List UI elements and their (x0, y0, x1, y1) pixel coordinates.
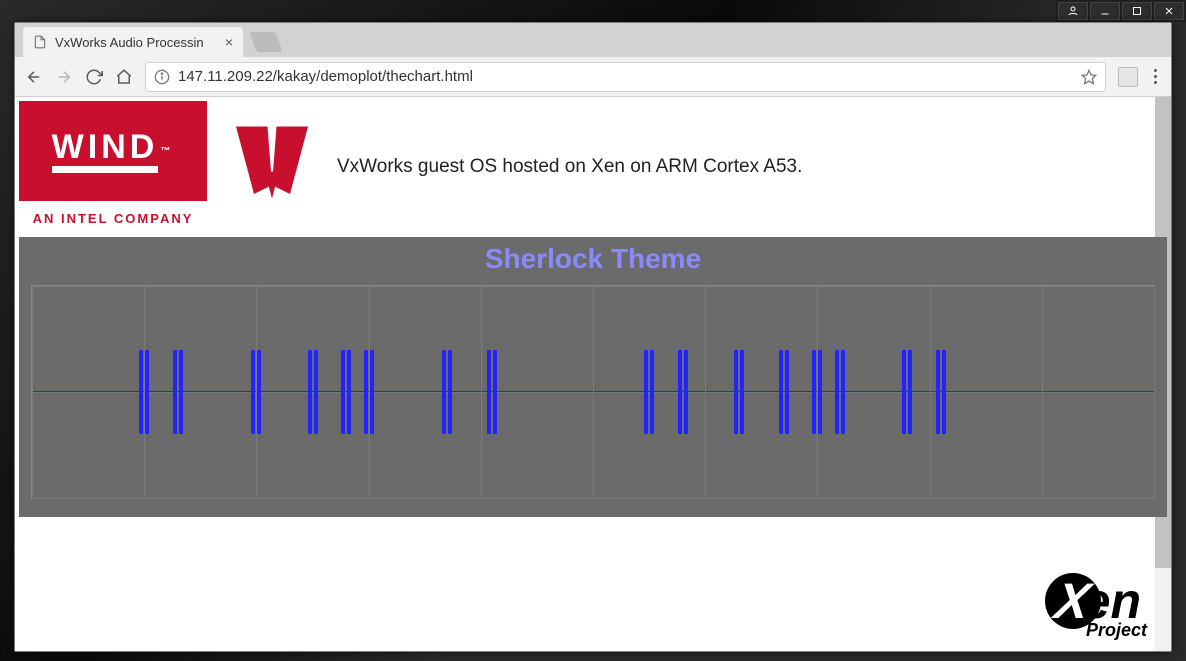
vxworks-logo (227, 122, 317, 212)
back-button[interactable] (25, 68, 43, 86)
chart-spike (779, 350, 789, 435)
page-content: WIND™ AN INTEL COMPANY VxWorks guest OS … (15, 97, 1171, 651)
chart-spike (308, 350, 318, 435)
header-description: VxWorks guest OS hosted on Xen on ARM Co… (337, 156, 802, 178)
chart-spike (812, 350, 822, 435)
chart-spike (678, 350, 688, 435)
tab-close-icon[interactable]: × (225, 34, 233, 50)
address-bar[interactable]: 147.11.209.22/kakay/demoplot/thechart.ht… (145, 62, 1106, 92)
chart-spike (341, 350, 351, 435)
chart-spike (139, 350, 149, 435)
tab-strip: VxWorks Audio Processin × (15, 23, 1171, 57)
xen-logo-x: X (1045, 573, 1101, 629)
chart-spike (936, 350, 946, 435)
chart-spike (364, 350, 374, 435)
browser-menu-button[interactable] (1150, 69, 1161, 84)
wind-logo-tm: ™ (160, 146, 174, 157)
url-text: 147.11.209.22/kakay/demoplot/thechart.ht… (178, 68, 473, 85)
tab-title: VxWorks Audio Processin (55, 35, 204, 50)
browser-tab-active[interactable]: VxWorks Audio Processin × (23, 27, 243, 57)
chart-spike (487, 350, 497, 435)
chart-spike (251, 350, 261, 435)
extension-icon[interactable] (1118, 67, 1138, 87)
desktop-background: VxWorks Audio Processin × 147.11.209.22/… (0, 0, 1186, 661)
wind-logo-subtitle: AN INTEL COMPANY (33, 201, 194, 226)
page-icon (33, 35, 47, 49)
home-button[interactable] (115, 68, 133, 86)
new-tab-button[interactable] (249, 32, 282, 52)
browser-window: VxWorks Audio Processin × 147.11.209.22/… (14, 22, 1172, 652)
user-icon[interactable] (1058, 2, 1088, 20)
window-titlebar (1056, 0, 1186, 22)
site-info-icon[interactable] (154, 69, 170, 85)
chart-spike (835, 350, 845, 435)
bookmark-star-icon[interactable] (1081, 69, 1097, 85)
wind-river-logo: WIND™ AN INTEL COMPANY (19, 101, 207, 233)
chart-spike (644, 350, 654, 435)
wind-logo-text: WIND (52, 128, 159, 166)
chart-spike (442, 350, 452, 435)
forward-button[interactable] (55, 68, 73, 86)
chart-title: Sherlock Theme (19, 237, 1167, 285)
chart-container: Sherlock Theme (19, 237, 1167, 517)
xen-project-logo: X en Project (1045, 572, 1141, 641)
chart-gridline-h (32, 392, 1154, 393)
chart-gridline-v (1154, 286, 1155, 498)
page-header: WIND™ AN INTEL COMPANY VxWorks guest OS … (15, 97, 1171, 237)
browser-toolbar: 147.11.209.22/kakay/demoplot/thechart.ht… (15, 57, 1171, 97)
chart-gridline-h (32, 286, 1154, 287)
minimize-button[interactable] (1090, 2, 1120, 20)
chart-spike (902, 350, 912, 435)
chart-gridline-h (32, 498, 1154, 499)
close-button[interactable] (1154, 2, 1184, 20)
maximize-button[interactable] (1122, 2, 1152, 20)
chart-spike (734, 350, 744, 435)
chart-plot-area (31, 285, 1155, 499)
wind-logo-red: WIND™ (19, 101, 207, 201)
chart-spike (173, 350, 183, 435)
reload-button[interactable] (85, 68, 103, 86)
